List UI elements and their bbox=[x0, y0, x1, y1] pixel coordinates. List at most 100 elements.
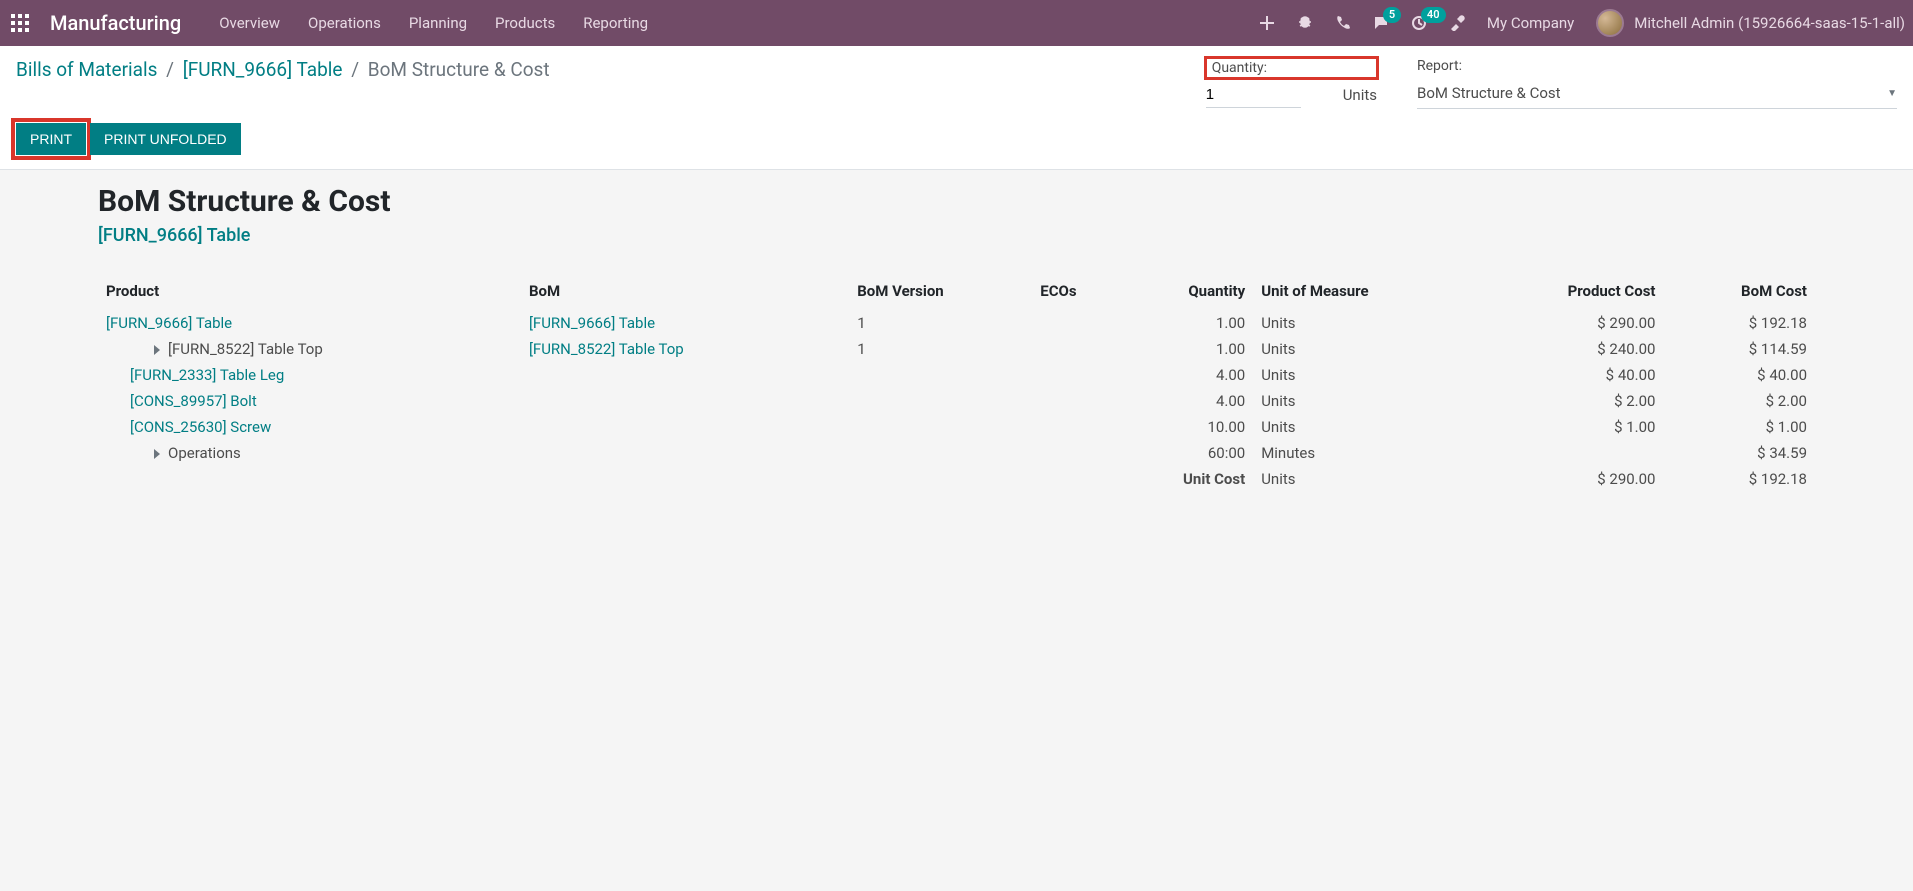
qty-cell: 60:00 bbox=[1159, 440, 1254, 466]
expand-caret-icon[interactable] bbox=[154, 449, 160, 459]
breadcrumb-root[interactable]: Bills of Materials bbox=[16, 58, 157, 81]
chat-icon[interactable]: 5 bbox=[1373, 15, 1389, 31]
uom-cell: Minutes bbox=[1253, 440, 1512, 466]
table-row: [CONS_25630] Screw10.00Units$ 1.00$ 1.00 bbox=[98, 414, 1815, 440]
nav-item-reporting[interactable]: Reporting bbox=[583, 14, 648, 32]
units-label: Units bbox=[1343, 86, 1377, 104]
report-title: BoM Structure & Cost bbox=[98, 184, 1815, 219]
uom-cell: Units bbox=[1253, 310, 1512, 336]
breadcrumb-item[interactable]: [FURN_9666] Table bbox=[183, 58, 343, 81]
uom-cell: Units bbox=[1253, 414, 1512, 440]
caret-down-icon: ▼ bbox=[1887, 88, 1897, 99]
breadcrumb-sep: / bbox=[351, 58, 359, 81]
total-label: Unit Cost bbox=[1159, 466, 1254, 492]
col-version: BoM Version bbox=[849, 276, 1032, 310]
version-cell: 1 bbox=[849, 336, 1032, 362]
control-fields: Quantity: Units Report: BoM Structure & … bbox=[1206, 58, 1897, 109]
chat-badge: 5 bbox=[1383, 7, 1401, 23]
report-content: BoM Structure & Cost [FURN_9666] Table P… bbox=[0, 170, 1913, 506]
product-cost-cell: $ 1.00 bbox=[1512, 414, 1664, 440]
product-cost-cell: $ 290.00 bbox=[1512, 310, 1664, 336]
product-cost-cell: $ 2.00 bbox=[1512, 388, 1664, 414]
nav-item-products[interactable]: Products bbox=[495, 14, 555, 32]
col-ecos: ECOs bbox=[1032, 276, 1158, 310]
bom-cell[interactable]: [FURN_8522] Table Top bbox=[529, 340, 684, 358]
plus-icon[interactable] bbox=[1259, 15, 1275, 31]
control-panel: Bills of Materials / [FURN_9666] Table /… bbox=[0, 46, 1913, 170]
phone-icon[interactable] bbox=[1335, 15, 1351, 31]
print-unfolded-button[interactable]: PRINT UNFOLDED bbox=[90, 123, 241, 155]
control-panel-row: Bills of Materials / [FURN_9666] Table /… bbox=[16, 58, 1897, 109]
report-selected: BoM Structure & Cost bbox=[1417, 84, 1561, 102]
version-cell bbox=[849, 440, 1032, 466]
activity-icon[interactable]: 40 bbox=[1411, 15, 1427, 31]
avatar bbox=[1596, 9, 1624, 37]
breadcrumb-sep: / bbox=[166, 58, 174, 81]
product-cost-cell: $ 240.00 bbox=[1512, 336, 1664, 362]
col-quantity: Quantity bbox=[1159, 276, 1254, 310]
total-bom-cost: $ 192.18 bbox=[1664, 466, 1816, 492]
user-name: Mitchell Admin (15926664-saas-15-1-all) bbox=[1634, 14, 1905, 32]
bom-cost-cell: $ 114.59 bbox=[1664, 336, 1816, 362]
product-cell[interactable]: [FURN_2333] Table Leg bbox=[130, 366, 284, 384]
bug-icon[interactable] bbox=[1297, 15, 1313, 31]
qty-cell: 4.00 bbox=[1159, 362, 1254, 388]
uom-cell: Units bbox=[1253, 336, 1512, 362]
bom-cost-cell: $ 1.00 bbox=[1664, 414, 1816, 440]
table-row: [CONS_89957] Bolt4.00Units$ 2.00$ 2.00 bbox=[98, 388, 1815, 414]
qty-cell: 10.00 bbox=[1159, 414, 1254, 440]
nav-item-operations[interactable]: Operations bbox=[308, 14, 381, 32]
company-selector[interactable]: My Company bbox=[1487, 14, 1574, 32]
tools-icon[interactable] bbox=[1449, 15, 1465, 31]
qty-cell: 1.00 bbox=[1159, 310, 1254, 336]
navbar-left: Manufacturing Overview Operations Planni… bbox=[8, 11, 648, 35]
product-cell[interactable]: [CONS_25630] Screw bbox=[130, 418, 271, 436]
nav-item-planning[interactable]: Planning bbox=[409, 14, 467, 32]
ecos-cell bbox=[1032, 414, 1158, 440]
qty-cell: 1.00 bbox=[1159, 336, 1254, 362]
quantity-input[interactable] bbox=[1206, 82, 1301, 108]
table-row: [FURN_9666] Table [FURN_9666] Table 1 1.00U… bbox=[98, 310, 1815, 336]
bom-cost-cell: $ 2.00 bbox=[1664, 388, 1816, 414]
product-cell: Operations bbox=[168, 444, 241, 462]
ecos-cell bbox=[1032, 336, 1158, 362]
ecos-cell bbox=[1032, 388, 1158, 414]
table-row: Operations60:00Minutes$ 34.59 bbox=[98, 440, 1815, 466]
col-product-cost: Product Cost bbox=[1512, 276, 1664, 310]
version-cell bbox=[849, 388, 1032, 414]
product-cell[interactable]: [CONS_89957] Bolt bbox=[130, 392, 257, 410]
table-row: [FURN_8522] Table Top[FURN_8522] Table T… bbox=[98, 336, 1815, 362]
product-cost-cell: $ 40.00 bbox=[1512, 362, 1664, 388]
version-cell bbox=[849, 414, 1032, 440]
activity-badge: 40 bbox=[1421, 7, 1446, 23]
bom-cost-cell: $ 40.00 bbox=[1664, 362, 1816, 388]
print-button[interactable]: PRINT bbox=[16, 123, 86, 155]
ecos-cell bbox=[1032, 440, 1158, 466]
apps-icon[interactable] bbox=[8, 11, 32, 35]
product-cell[interactable]: [FURN_9666] Table bbox=[106, 314, 232, 332]
nav-menu: Overview Operations Planning Products Re… bbox=[219, 14, 648, 32]
report-subtitle: [FURN_9666] Table bbox=[98, 225, 1815, 246]
report-select[interactable]: BoM Structure & Cost ▼ bbox=[1417, 78, 1897, 109]
navbar-right: 5 40 My Company Mitchell Admin (15926664… bbox=[1259, 9, 1905, 37]
bom-cell[interactable]: [FURN_9666] Table bbox=[529, 314, 655, 332]
ecos-cell bbox=[1032, 362, 1158, 388]
report-label: Report: bbox=[1417, 58, 1897, 74]
app-brand[interactable]: Manufacturing bbox=[50, 11, 181, 35]
version-cell: 1 bbox=[849, 310, 1032, 336]
quantity-row: Units bbox=[1206, 82, 1377, 108]
col-bom-cost: BoM Cost bbox=[1664, 276, 1816, 310]
user-menu[interactable]: Mitchell Admin (15926664-saas-15-1-all) bbox=[1596, 9, 1905, 37]
bom-table: Product BoM BoM Version ECOs Quantity Un… bbox=[98, 276, 1815, 492]
product-cost-cell bbox=[1512, 440, 1664, 466]
control-buttons: PRINT PRINT UNFOLDED bbox=[16, 123, 1897, 155]
col-uom: Unit of Measure bbox=[1253, 276, 1512, 310]
total-uom: Units bbox=[1253, 466, 1512, 492]
expand-caret-icon[interactable] bbox=[154, 345, 160, 355]
total-product-cost: $ 290.00 bbox=[1512, 466, 1664, 492]
nav-item-overview[interactable]: Overview bbox=[219, 14, 280, 32]
uom-cell: Units bbox=[1253, 362, 1512, 388]
quantity-field: Quantity: Units bbox=[1206, 58, 1377, 108]
table-header-row: Product BoM BoM Version ECOs Quantity Un… bbox=[98, 276, 1815, 310]
col-product: Product bbox=[98, 276, 521, 310]
